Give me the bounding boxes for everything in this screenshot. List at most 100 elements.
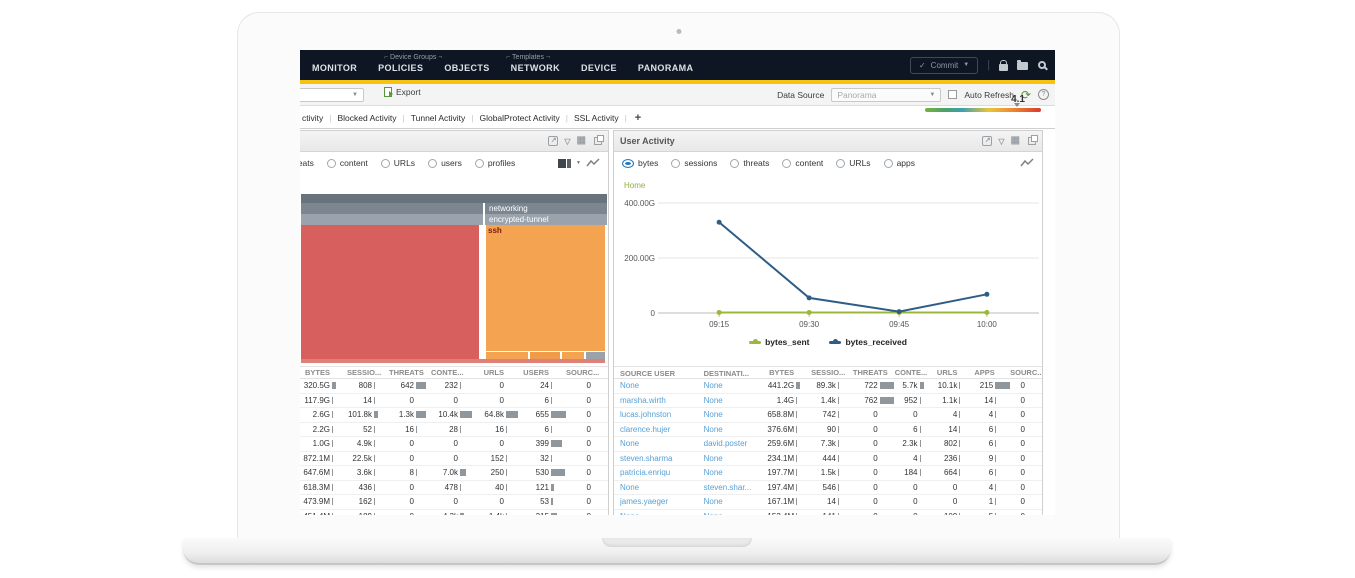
table-row[interactable]: 618.3M4360478401210 bbox=[300, 481, 608, 496]
treemap-view-icon[interactable] bbox=[558, 159, 571, 168]
treemap-block-small-1[interactable] bbox=[486, 352, 528, 359]
save-config-button[interactable]: ▼ bbox=[1017, 60, 1029, 70]
user-link[interactable]: steven.shar... bbox=[698, 481, 760, 495]
column-header[interactable]: BYTES bbox=[300, 367, 347, 378]
table-row[interactable]: 1.0G4.9k0003990 bbox=[300, 437, 608, 452]
column-header[interactable]: USERS bbox=[521, 367, 566, 378]
treemap-block-small-3[interactable] bbox=[562, 352, 584, 359]
table-row[interactable]: NoneNone441.2G89.3k7225.7k10.1k2150 bbox=[614, 379, 1042, 394]
column-header[interactable]: SOURC... bbox=[566, 367, 608, 378]
search-icon[interactable] bbox=[1038, 61, 1046, 69]
column-header[interactable]: CONTE... bbox=[431, 367, 475, 378]
nav-item-monitor[interactable]: MONITOR bbox=[312, 57, 357, 73]
treemap-block-red[interactable] bbox=[301, 225, 479, 359]
user-link[interactable]: None bbox=[614, 437, 698, 451]
column-header[interactable]: APPS bbox=[974, 367, 1010, 378]
radio-profiles[interactable]: profiles bbox=[475, 158, 515, 168]
table-row[interactable]: marsha.wirthNone1.4G1.4k7629521.1k140 bbox=[614, 394, 1042, 409]
breadcrumb[interactable]: Home bbox=[624, 181, 645, 190]
radio-sessions[interactable]: sessions bbox=[671, 158, 717, 168]
user-link[interactable]: None bbox=[698, 510, 760, 516]
column-header[interactable]: SESSIO... bbox=[811, 367, 853, 378]
user-link[interactable]: None bbox=[698, 423, 760, 437]
column-header[interactable]: THREATS bbox=[853, 367, 895, 378]
user-link[interactable]: None bbox=[698, 394, 760, 408]
table-row[interactable]: 473.9M162000530 bbox=[300, 495, 608, 510]
table-row[interactable]: clarence.hujerNone376.6M90061460 bbox=[614, 423, 1042, 438]
user-link[interactable]: lucas.johnston bbox=[614, 408, 698, 422]
column-header[interactable]: URLS bbox=[475, 367, 521, 378]
table-view-icon[interactable]: ▦ bbox=[577, 136, 586, 146]
radio-threats[interactable]: threats bbox=[730, 158, 769, 168]
user-link[interactable]: clarence.hujer bbox=[614, 423, 698, 437]
treemap-block-small-2[interactable] bbox=[530, 352, 560, 359]
nav-item-policies[interactable]: POLICIES bbox=[378, 57, 423, 73]
table-row[interactable]: steven.sharmaNone234.1M4440423690 bbox=[614, 452, 1042, 467]
user-link[interactable]: steven.sharma bbox=[614, 452, 698, 466]
radio-urls[interactable]: URLs bbox=[381, 158, 415, 168]
user-link[interactable]: marsha.wirth bbox=[614, 394, 698, 408]
user-link[interactable]: None bbox=[698, 495, 760, 509]
nav-item-network[interactable]: NETWORK bbox=[511, 57, 560, 73]
popout-icon[interactable] bbox=[982, 136, 992, 146]
filter-icon[interactable]: ▽ bbox=[998, 137, 1004, 146]
table-row[interactable]: 117.9G1400060 bbox=[300, 394, 608, 409]
table-row[interactable]: 647.6M3.6k87.0k2505300 bbox=[300, 466, 608, 481]
user-link[interactable]: None bbox=[698, 408, 760, 422]
radio-reats[interactable]: reats bbox=[300, 158, 314, 168]
user-link[interactable]: None bbox=[614, 510, 698, 516]
table-view-icon[interactable]: ▦ bbox=[1011, 136, 1020, 146]
line-chart-view-icon[interactable] bbox=[1020, 158, 1034, 168]
add-tab-button[interactable]: + bbox=[635, 112, 641, 124]
radio-apps[interactable]: apps bbox=[884, 158, 915, 168]
maximize-icon[interactable] bbox=[594, 137, 602, 145]
maximize-icon[interactable] bbox=[1028, 137, 1036, 145]
table-row[interactable]: 2.2G5216281660 bbox=[300, 423, 608, 438]
export-button[interactable]: Export bbox=[384, 87, 421, 97]
table-row[interactable]: james.yaegerNone167.1M1400010 bbox=[614, 495, 1042, 510]
user-link[interactable]: None bbox=[614, 481, 698, 495]
table-row[interactable]: NoneNone152.4M1410010950 bbox=[614, 510, 1042, 516]
radio-users[interactable]: users bbox=[428, 158, 462, 168]
filter-icon[interactable]: ▽ bbox=[564, 137, 570, 146]
column-header[interactable]: SOURC... bbox=[1010, 367, 1042, 378]
user-link[interactable]: None bbox=[614, 379, 698, 393]
column-header[interactable]: URLS bbox=[935, 367, 975, 378]
table-row[interactable]: Nonesteven.shar...197.4M54600040 bbox=[614, 481, 1042, 496]
user-link[interactable]: james.yaeger bbox=[614, 495, 698, 509]
nav-item-panorama[interactable]: PANORAMA bbox=[638, 57, 694, 73]
radio-urls[interactable]: URLs bbox=[836, 158, 870, 168]
treemap-block-small-4[interactable] bbox=[586, 352, 605, 359]
table-row[interactable]: patricia.enriquNone197.7M1.5k018466460 bbox=[614, 466, 1042, 481]
user-link[interactable]: None bbox=[698, 466, 760, 480]
radio-bytes[interactable]: bytes bbox=[622, 158, 658, 168]
tab-tunnel-activity[interactable]: Tunnel Activity bbox=[411, 113, 466, 123]
tab-ctivity[interactable]: ctivity bbox=[302, 113, 323, 123]
tab-globalprotect-activity[interactable]: GlobalProtect Activity bbox=[479, 113, 559, 123]
table-row[interactable]: 2.6G101.8k1.3k10.4k64.8k6550 bbox=[300, 408, 608, 423]
column-header[interactable]: DESTINATI... bbox=[698, 367, 760, 378]
radio-content[interactable]: content bbox=[782, 158, 823, 168]
view-select[interactable]: ▼ bbox=[300, 88, 364, 102]
radio-content[interactable]: content bbox=[327, 158, 368, 168]
table-row[interactable]: lucas.johnstonNone658.8M74200440 bbox=[614, 408, 1042, 423]
table-row[interactable]: 320.5G8086422320240 bbox=[300, 379, 608, 394]
treemap-block-ssh[interactable] bbox=[486, 225, 605, 351]
nav-item-objects[interactable]: OBJECTS bbox=[444, 57, 489, 73]
table-row[interactable]: Nonedavid.poster259.6M7.3k02.3k80260 bbox=[614, 437, 1042, 452]
user-link[interactable]: david.poster bbox=[698, 437, 760, 451]
tab-blocked-activity[interactable]: Blocked Activity bbox=[337, 113, 396, 123]
line-chart-view-icon[interactable] bbox=[586, 158, 600, 168]
table-row[interactable]: 451.4M18904.3k1.4k3150 bbox=[300, 510, 608, 516]
user-link[interactable]: patricia.enriqu bbox=[614, 466, 698, 480]
lock-icon[interactable] bbox=[999, 64, 1008, 71]
column-header[interactable]: SESSIO... bbox=[347, 367, 389, 378]
user-link[interactable]: None bbox=[698, 379, 760, 393]
column-header[interactable]: CONTE... bbox=[895, 367, 935, 378]
commit-button[interactable]: ✓ Commit ▼ bbox=[910, 57, 978, 74]
tab-ssl-activity[interactable]: SSL Activity bbox=[574, 113, 619, 123]
popout-icon[interactable] bbox=[548, 136, 558, 146]
table-row[interactable]: 872.1M22.5k00152320 bbox=[300, 452, 608, 467]
column-header[interactable]: BYTES bbox=[759, 367, 811, 378]
nav-item-device[interactable]: DEVICE bbox=[581, 57, 617, 73]
